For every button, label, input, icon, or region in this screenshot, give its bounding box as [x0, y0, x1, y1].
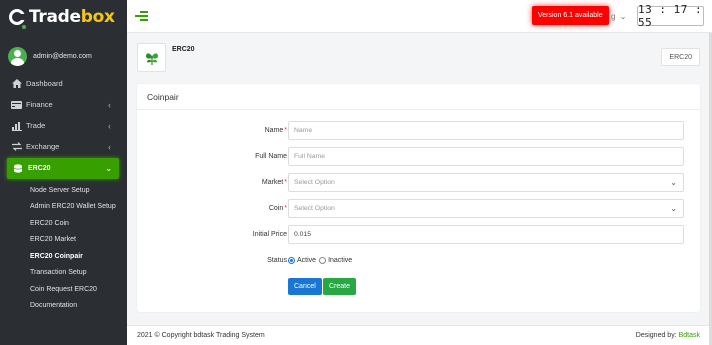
- submenu-item[interactable]: Admin ERC20 Wallet Setup: [0, 199, 127, 216]
- breadcrumb[interactable]: ERC20: [661, 48, 700, 66]
- submenu-item[interactable]: Documentation: [0, 298, 127, 315]
- form-actions: Cancel Create: [137, 278, 700, 297]
- coin-select[interactable]: Select Option ⌄: [288, 199, 684, 218]
- language-dropdown[interactable]: g ⌄: [611, 12, 626, 21]
- chevron-left-icon: ‹: [108, 141, 111, 152]
- card-title: Coinpair: [137, 84, 700, 110]
- version-badge[interactable]: Version 6.1 available: [532, 6, 609, 25]
- home-icon: [11, 79, 22, 88]
- status-row: Status Active Inactive: [137, 251, 700, 270]
- coinpair-form-card: Coinpair Name * Name Full Name Full Name …: [137, 84, 700, 312]
- clock: 13 : 17 : 55: [637, 3, 704, 29]
- status-active-radio[interactable]: [288, 257, 295, 264]
- logo-text-trade: Trade: [29, 6, 81, 27]
- cancel-button[interactable]: Cancel: [288, 278, 322, 295]
- designed-by: Designed by: Bdtask: [635, 332, 700, 339]
- chevron-left-icon: ‹: [108, 99, 111, 110]
- initial-price-input[interactable]: 0.015: [288, 225, 684, 244]
- initial-price-label: Initial Price: [252, 231, 287, 238]
- submenu-item-active[interactable]: ERC20 Coinpair: [0, 248, 127, 265]
- chevron-down-icon: ⌄: [619, 12, 627, 21]
- sidebar: Tradebox admin@demo.com Dashboard Financ…: [0, 0, 127, 345]
- full-name-row: Full Name Full Name: [137, 147, 700, 166]
- avatar: [8, 47, 27, 66]
- name-row: Name * Name: [137, 121, 700, 140]
- sidebar-item-label: Finance: [26, 100, 53, 109]
- chevron-down-icon: ⌄: [105, 164, 112, 173]
- market-row: Market * Select Option ⌄: [137, 173, 700, 192]
- exchange-icon: [11, 142, 22, 151]
- language-label: g: [611, 12, 616, 21]
- status-radio-group: Active Inactive: [288, 251, 355, 270]
- status-inactive-label[interactable]: Inactive: [328, 257, 352, 264]
- page-title: ERC20: [172, 46, 195, 53]
- chevron-down-icon: ⌄: [670, 178, 677, 187]
- sidebar-item-trade[interactable]: Trade ‹: [0, 115, 127, 136]
- create-button[interactable]: Create: [323, 278, 357, 295]
- status-inactive-radio[interactable]: [319, 257, 327, 264]
- sidebar-item-finance[interactable]: Finance ‹: [0, 94, 127, 115]
- footer: 2021 © Copyright bdtask Trading System D…: [127, 325, 712, 345]
- logo-text-box: box: [80, 6, 115, 27]
- market-label: Market *: [261, 179, 287, 186]
- market-select[interactable]: Select Option ⌄: [288, 173, 684, 192]
- wallet-icon: [11, 100, 22, 109]
- submenu-item[interactable]: Coin Request ERC20: [0, 281, 127, 298]
- online-status-icon: [21, 24, 27, 30]
- submenu-item[interactable]: ERC20 Coin: [0, 215, 127, 232]
- logo[interactable]: Tradebox: [0, 0, 127, 33]
- erc20-submenu: Node Server Setup Admin ERC20 Wallet Set…: [0, 182, 127, 314]
- chevron-down-icon: ⌄: [670, 204, 677, 213]
- status-active-label[interactable]: Active: [297, 257, 316, 264]
- coin-row: Coin * Select Option ⌄: [137, 199, 700, 218]
- submenu-item[interactable]: Transaction Setup: [0, 265, 127, 282]
- name-input[interactable]: Name: [288, 121, 684, 140]
- full-name-label: Full Name: [255, 153, 287, 160]
- sidebar-item-exchange[interactable]: Exchange ‹: [0, 136, 127, 157]
- sidebar-item-label: Trade: [26, 121, 46, 130]
- page-header: ERC20 ERC20: [137, 43, 700, 75]
- user-email: admin@demo.com: [33, 53, 92, 60]
- leaf-icon: [137, 43, 166, 72]
- submenu-item[interactable]: Node Server Setup: [0, 182, 127, 199]
- menu-toggle-icon[interactable]: [135, 11, 148, 21]
- coin-label: Coin *: [268, 205, 287, 212]
- user-panel[interactable]: admin@demo.com: [0, 24, 127, 71]
- submenu-item[interactable]: ERC20 Market: [0, 232, 127, 249]
- name-label: Name *: [264, 127, 287, 134]
- chart-icon: [11, 121, 22, 131]
- initial-price-row: Initial Price 0.015: [137, 225, 700, 244]
- copyright-text: 2021 © Copyright bdtask Trading System: [137, 332, 265, 339]
- sidebar-item-dashboard[interactable]: Dashboard: [0, 73, 127, 94]
- full-name-input[interactable]: Full Name: [288, 147, 684, 166]
- sidebar-nav: Dashboard Finance ‹ Trade ‹ Exchange ‹ E…: [0, 73, 127, 179]
- topbar: Version 6.1 available g ⌄ 13 : 17 : 55: [127, 0, 712, 33]
- designer-link[interactable]: Bdtask: [679, 332, 700, 339]
- coins-icon: [13, 164, 24, 173]
- sidebar-item-label: Exchange: [26, 142, 60, 151]
- main-content: ERC20 ERC20 Coinpair Name * Name Full Nam…: [127, 33, 712, 345]
- sidebar-item-label: ERC20: [28, 165, 51, 172]
- chevron-left-icon: ‹: [108, 120, 111, 131]
- sidebar-item-erc20[interactable]: ERC20 ⌄: [7, 158, 119, 179]
- status-label: Status: [267, 257, 287, 264]
- sidebar-item-label: Dashboard: [26, 79, 63, 88]
- logo-mark-icon: [9, 8, 26, 25]
